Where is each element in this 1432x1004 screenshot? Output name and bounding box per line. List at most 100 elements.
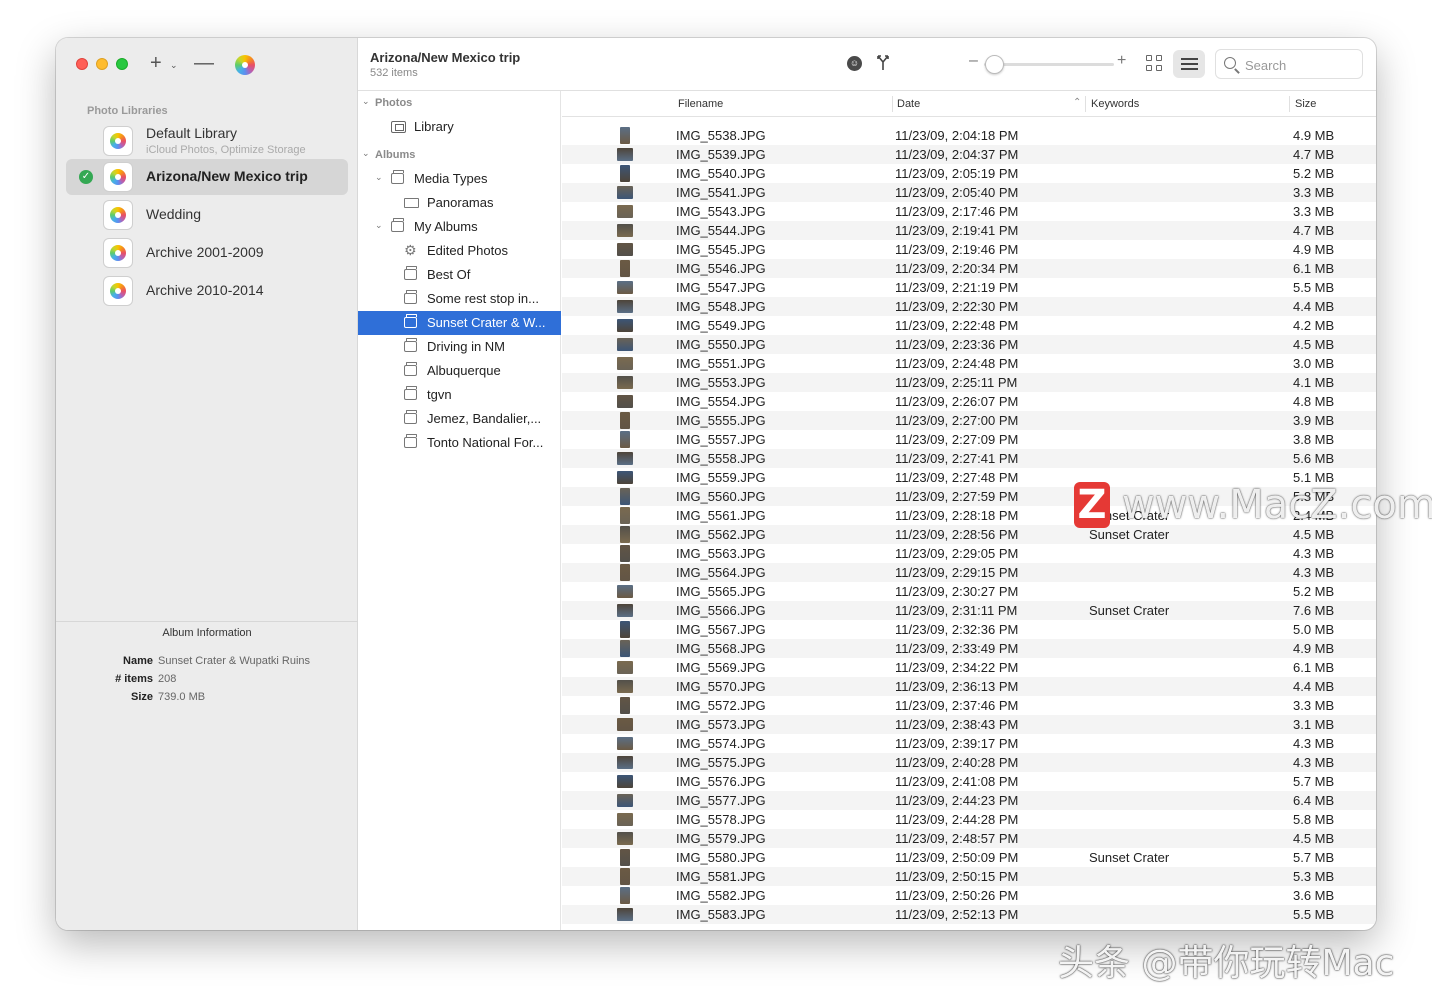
close-button[interactable] [76,58,88,70]
table-row[interactable]: IMG_5568.JPG 11/23/09, 2:33:49 PM 4.9 MB [562,639,1376,658]
photo-thumbnail [620,526,630,543]
cell-filename: IMG_5562.JPG [676,527,766,542]
column-date[interactable]: Date [897,98,920,110]
table-row[interactable]: IMG_5564.JPG 11/23/09, 2:29:15 PM 4.3 MB [562,563,1376,582]
panorama-icon [404,198,419,208]
table-row[interactable]: IMG_5546.JPG 11/23/09, 2:20:34 PM 6.1 MB [562,259,1376,278]
cell-date: 11/23/09, 2:50:09 PM [895,850,1019,865]
table-row[interactable]: IMG_5539.JPG 11/23/09, 2:04:37 PM 4.7 MB [562,145,1376,164]
table-row[interactable]: IMG_5573.JPG 11/23/09, 2:38:43 PM 3.1 MB [562,715,1376,734]
table-row[interactable]: IMG_5567.JPG 11/23/09, 2:32:36 PM 5.0 MB [562,620,1376,639]
tree-item[interactable]: Best Of [358,263,561,287]
tree-item[interactable]: Panoramas [358,191,561,215]
photo-thumbnail [617,737,633,750]
table-row[interactable]: IMG_5570.JPG 11/23/09, 2:36:13 PM 4.4 MB [562,677,1376,696]
cell-filename: IMG_5573.JPG [676,717,766,732]
tree-item-label: Sunset Crater & W... [427,315,546,330]
zoom-button[interactable] [116,58,128,70]
column-keywords[interactable]: Keywords [1091,98,1139,110]
table-row[interactable]: IMG_5547.JPG 11/23/09, 2:21:19 PM 5.5 MB [562,278,1376,297]
table-row[interactable]: IMG_5544.JPG 11/23/09, 2:19:41 PM 4.7 MB [562,221,1376,240]
table-row[interactable]: IMG_5572.JPG 11/23/09, 2:37:46 PM 3.3 MB [562,696,1376,715]
table-row[interactable]: IMG_5569.JPG 11/23/09, 2:34:22 PM 6.1 MB [562,658,1376,677]
cell-filename: IMG_5563.JPG [676,546,766,561]
tree-item[interactable]: ⚙ Edited Photos [358,239,561,263]
table-row[interactable]: IMG_5565.JPG 11/23/09, 2:30:27 PM 5.2 MB [562,582,1376,601]
library-item[interactable]: Archive 2001-2009 [66,235,348,271]
table-row[interactable]: IMG_5548.JPG 11/23/09, 2:22:30 PM 4.4 MB [562,297,1376,316]
tree-item[interactable]: Sunset Crater & W... [358,311,561,335]
table-row[interactable]: IMG_5575.JPG 11/23/09, 2:40:28 PM 4.3 MB [562,753,1376,772]
disclosure-arrow-icon[interactable]: ⌄ [375,172,383,183]
list-view-icon[interactable] [1173,50,1205,78]
merge-icon[interactable] [876,53,890,71]
table-row[interactable]: IMG_5558.JPG 11/23/09, 2:27:41 PM 5.6 MB [562,449,1376,468]
disclosure-arrow-icon[interactable]: ⌄ [375,220,383,231]
cell-size: 5.0 MB [1293,622,1335,637]
search-input[interactable] [1245,55,1355,75]
tree-item[interactable]: Some rest stop in... [358,287,561,311]
tree-item[interactable]: Library [358,115,561,139]
cell-filename: IMG_5579.JPG [676,831,766,846]
table-row[interactable]: IMG_5581.JPG 11/23/09, 2:50:15 PM 5.3 MB [562,867,1376,886]
tree-item[interactable]: ⌄ Media Types [358,167,561,191]
table-row[interactable]: IMG_5554.JPG 11/23/09, 2:26:07 PM 4.8 MB [562,392,1376,411]
cell-date: 11/23/09, 2:38:43 PM [895,717,1019,732]
remove-library-button[interactable]: — [194,52,214,76]
tree-section-header[interactable]: ⌄ Photos [358,91,561,115]
column-size[interactable]: Size [1295,98,1316,110]
search-field[interactable] [1215,49,1363,79]
photos-app-icon[interactable] [235,55,255,75]
tree-item[interactable]: tgvn [358,383,561,407]
table-row[interactable]: IMG_5579.JPG 11/23/09, 2:48:57 PM 4.5 MB [562,829,1376,848]
table-row[interactable]: IMG_5563.JPG 11/23/09, 2:29:05 PM 4.3 MB [562,544,1376,563]
minimize-button[interactable] [96,58,108,70]
column-filename[interactable]: Filename [678,98,723,110]
cell-size: 5.6 MB [1293,451,1335,466]
tree-item[interactable]: Albuquerque [358,359,561,383]
zoom-in-icon[interactable]: + [1117,52,1126,70]
grid-view-icon[interactable] [1144,53,1166,75]
tree-item[interactable]: Driving in NM [358,335,561,359]
library-item[interactable]: Wedding [66,197,348,233]
slider-handle[interactable] [985,55,1004,74]
table-row[interactable]: IMG_5538.JPG 11/23/09, 2:04:18 PM 4.9 MB [562,126,1376,145]
table-row[interactable]: IMG_5582.JPG 11/23/09, 2:50:26 PM 3.6 MB [562,886,1376,905]
table-row[interactable]: IMG_5578.JPG 11/23/09, 2:44:28 PM 5.8 MB [562,810,1376,829]
table-row[interactable]: IMG_5549.JPG 11/23/09, 2:22:48 PM 4.2 MB [562,316,1376,335]
disclosure-arrow-icon[interactable]: ⌄ [362,148,370,159]
library-item[interactable]: Archive 2010-2014 [66,273,348,309]
table-row[interactable]: IMG_5566.JPG 11/23/09, 2:31:11 PM Sunset C… [562,601,1376,620]
library-item[interactable]: ✓ Arizona/New Mexico trip [66,159,348,195]
table-row[interactable]: IMG_5583.JPG 11/23/09, 2:52:13 PM 5.5 MB [562,905,1376,924]
face-detection-icon[interactable]: ☺ [847,56,862,71]
table-row[interactable]: IMG_5553.JPG 11/23/09, 2:25:11 PM 4.1 MB [562,373,1376,392]
table-row[interactable]: IMG_5545.JPG 11/23/09, 2:19:46 PM 4.9 MB [562,240,1376,259]
table-row[interactable]: IMG_5576.JPG 11/23/09, 2:41:08 PM 5.7 MB [562,772,1376,791]
photo-thumbnail [620,640,630,657]
disclosure-arrow-icon[interactable]: ⌄ [362,96,370,107]
table-row[interactable]: IMG_5551.JPG 11/23/09, 2:24:48 PM 3.0 MB [562,354,1376,373]
cell-date: 11/23/09, 2:19:41 PM [895,223,1019,238]
table-row[interactable]: IMG_5543.JPG 11/23/09, 2:17:46 PM 3.3 MB [562,202,1376,221]
cell-filename: IMG_5549.JPG [676,318,766,333]
tree-section-header[interactable]: ⌄ Albums [358,143,561,167]
table-row[interactable]: IMG_5540.JPG 11/23/09, 2:05:19 PM 5.2 MB [562,164,1376,183]
library-item[interactable]: Default Library iCloud Photos, Optimize S… [66,123,348,159]
cell-date: 11/23/09, 2:52:13 PM [895,907,1019,922]
cell-keywords: Sunset Crater [1089,850,1170,865]
zoom-out-icon[interactable]: – [969,52,978,70]
table-row[interactable]: IMG_5557.JPG 11/23/09, 2:27:09 PM 3.8 MB [562,430,1376,449]
table-row[interactable]: IMG_5550.JPG 11/23/09, 2:23:36 PM 4.5 MB [562,335,1376,354]
add-library-button[interactable]: + ⌄ [150,52,180,76]
table-row[interactable]: IMG_5541.JPG 11/23/09, 2:05:40 PM 3.3 MB [562,183,1376,202]
tree-item[interactable]: Jemez, Bandalier,... [358,407,561,431]
tree-item[interactable]: ⌄ My Albums [358,215,561,239]
tree-item[interactable]: Tonto National For... [358,431,561,455]
table-row[interactable]: IMG_5555.JPG 11/23/09, 2:27:00 PM 3.9 MB [562,411,1376,430]
table-row[interactable]: IMG_5577.JPG 11/23/09, 2:44:23 PM 6.4 MB [562,791,1376,810]
cell-filename: IMG_5541.JPG [676,185,766,200]
photo-thumbnail [617,908,633,921]
table-row[interactable]: IMG_5580.JPG 11/23/09, 2:50:09 PM Sunset C… [562,848,1376,867]
table-row[interactable]: IMG_5574.JPG 11/23/09, 2:39:17 PM 4.3 MB [562,734,1376,753]
